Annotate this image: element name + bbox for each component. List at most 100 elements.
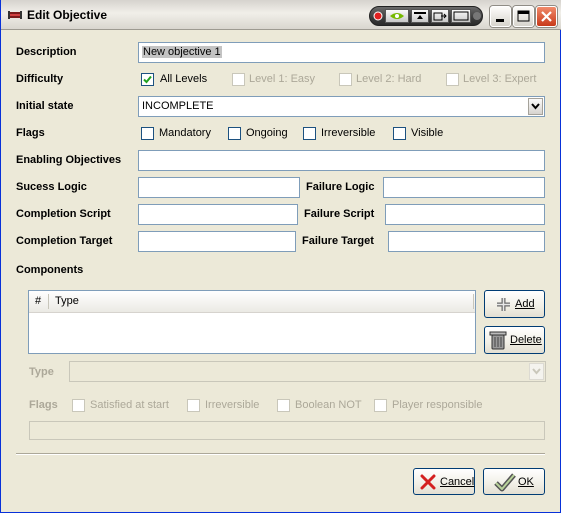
components-label: Components	[16, 264, 84, 276]
app-icon	[8, 11, 22, 19]
component-flag-irreversible-label: Irreversible	[205, 399, 260, 411]
difficulty-level2-label: Level 2: Hard	[356, 73, 422, 85]
record-icon[interactable]	[373, 11, 383, 21]
delete-component-button[interactable]: Delete	[484, 326, 545, 354]
pin-top-icon	[414, 12, 426, 19]
tray-toolbar	[369, 6, 483, 26]
cancel-x-icon	[420, 474, 436, 490]
checkmark-ok-icon	[494, 473, 516, 492]
flag-ongoing-label: Ongoing	[246, 127, 288, 139]
success-logic-input[interactable]	[138, 177, 300, 198]
flag-visible-checkbox[interactable]	[393, 127, 406, 140]
window-title: Edit Objective	[27, 8, 108, 22]
column-separator-end[interactable]	[473, 294, 474, 309]
add-icon	[497, 298, 510, 311]
difficulty-all-levels-checkbox[interactable]	[141, 73, 154, 86]
flag-mandatory-checkbox[interactable]	[141, 127, 154, 140]
cancel-button-label: Cancel	[440, 476, 474, 488]
pin-top-button[interactable]	[411, 9, 429, 23]
description-input[interactable]: New objective 1	[138, 42, 545, 63]
flag-ongoing-checkbox[interactable]	[228, 127, 241, 140]
initial-state-dropdown-button[interactable]	[528, 98, 543, 115]
difficulty-level1-checkbox	[232, 73, 245, 86]
nvidia-button[interactable]	[385, 9, 409, 23]
difficulty-label: Difficulty	[16, 73, 64, 85]
flag-irreversible-label: Irreversible	[321, 127, 376, 139]
column-header-number[interactable]: #	[35, 295, 41, 307]
failure-script-input[interactable]	[385, 204, 545, 225]
add-button-label: Add	[515, 298, 535, 310]
difficulty-all-levels-label: All Levels	[160, 73, 208, 85]
component-flag-satisfied-checkbox	[72, 399, 85, 412]
initial-state-select[interactable]: INCOMPLETE	[138, 96, 545, 117]
delete-button-text: Delete	[510, 334, 542, 346]
failure-target-input[interactable]	[388, 231, 545, 252]
completion-script-input[interactable]	[138, 204, 298, 225]
component-flags-label: Flags	[29, 399, 58, 411]
add-component-button[interactable]: Add	[484, 290, 545, 318]
close-button[interactable]	[536, 6, 557, 27]
trash-can-icon	[489, 331, 507, 350]
component-flag-irreversible-checkbox	[187, 399, 200, 412]
difficulty-level1-label: Level 1: Easy	[249, 73, 316, 85]
maximize-button[interactable]	[513, 6, 534, 27]
flags-label: Flags	[16, 127, 45, 139]
description-label: Description	[16, 46, 77, 58]
difficulty-level3-checkbox	[446, 73, 459, 86]
initial-state-label: Initial state	[16, 100, 74, 112]
enabling-objectives-input[interactable]	[138, 150, 545, 171]
difficulty-level3-label: Level 3: Expert	[463, 73, 537, 85]
button-separator	[16, 453, 545, 455]
component-type-select	[69, 361, 546, 382]
title-bar[interactable]: Edit Objective	[1, 0, 561, 30]
resize-window-button[interactable]	[451, 9, 471, 23]
component-type-label: Type	[29, 366, 54, 378]
ok-button-label: OK	[518, 476, 534, 488]
column-separator[interactable]	[48, 294, 49, 309]
failure-logic-input[interactable]	[383, 177, 545, 198]
difficulty-level2-checkbox	[339, 73, 352, 86]
add-button-text: Add	[515, 298, 535, 310]
edit-objective-dialog: Edit Objective Description New objective…	[0, 0, 561, 513]
initial-state-value: INCOMPLETE	[142, 100, 214, 112]
enabling-objectives-label: Enabling Objectives	[16, 154, 122, 166]
cancel-button-text: Cancel	[440, 476, 475, 488]
flag-irreversible-checkbox[interactable]	[303, 127, 316, 140]
cancel-button[interactable]: Cancel	[413, 468, 475, 495]
close-icon	[541, 11, 552, 22]
maximize-icon	[517, 10, 530, 22]
chevron-down-icon	[531, 103, 540, 110]
completion-target-input[interactable]	[138, 231, 296, 252]
minimize-icon	[496, 19, 504, 22]
completion-target-label: Completion Target	[16, 235, 113, 247]
component-flag-boolean-not-checkbox	[277, 399, 290, 412]
flag-mandatory-label: Mandatory	[159, 127, 211, 139]
minimize-button[interactable]	[490, 6, 511, 27]
move-window-icon	[433, 12, 447, 21]
flag-visible-label: Visible	[411, 127, 444, 139]
delete-button-label: Delete	[510, 334, 542, 346]
component-flag-player-responsible-label: Player responsible	[392, 399, 483, 411]
failure-script-label: Failure Script	[304, 208, 375, 220]
column-header-type[interactable]: Type	[55, 295, 79, 307]
ok-button-text: OK	[518, 476, 534, 488]
ok-button[interactable]: OK	[483, 468, 545, 495]
tray-menu-icon[interactable]	[473, 11, 482, 21]
components-table[interactable]: # Type	[28, 290, 476, 354]
chevron-down-icon	[532, 368, 541, 375]
failure-target-label: Failure Target	[302, 235, 374, 247]
component-flag-satisfied-label: Satisfied at start	[90, 399, 169, 411]
checkmark-icon	[143, 75, 152, 84]
resize-window-icon	[453, 11, 469, 21]
components-table-header: # Type	[29, 291, 475, 313]
component-flag-boolean-not-label: Boolean NOT	[295, 399, 362, 411]
move-window-button[interactable]	[431, 9, 449, 23]
component-parameters-field	[29, 421, 545, 440]
success-logic-label: Sucess Logic	[16, 181, 87, 193]
completion-script-label: Completion Script	[16, 208, 111, 220]
description-value: New objective 1	[142, 46, 222, 58]
component-type-dropdown-button	[529, 363, 544, 380]
nvidia-icon	[390, 13, 404, 19]
component-flag-player-responsible-checkbox	[374, 399, 387, 412]
failure-logic-label: Failure Logic	[306, 181, 375, 193]
